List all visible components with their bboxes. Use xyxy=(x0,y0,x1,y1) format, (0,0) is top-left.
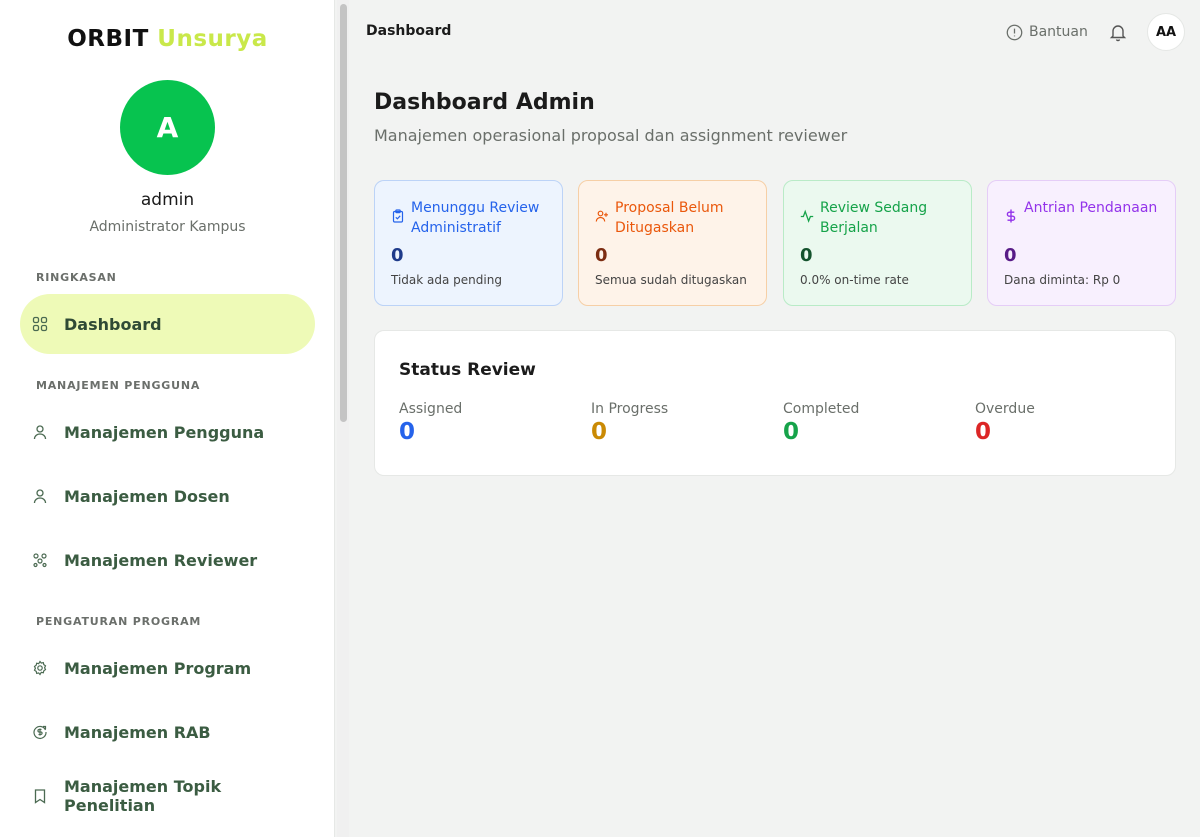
card-value: 0 xyxy=(1004,245,1017,266)
sidebar-item-manajemen-dosen[interactable]: Manajemen Dosen xyxy=(20,466,315,526)
stat-value: 0 xyxy=(399,419,416,445)
brand-name: ORBIT xyxy=(67,26,149,52)
sidebar-item-label: Manajemen RAB xyxy=(64,722,211,742)
card-title: Antrian Pendanaan xyxy=(1024,200,1158,216)
bell-icon[interactable] xyxy=(1108,22,1128,42)
sidebar-item-label: Manajemen Program xyxy=(64,658,252,678)
status-review-card: Status Review Assigned 0 In Progress 0 C… xyxy=(374,330,1176,476)
sidebar-item-label: Manajemen Topik Penelitian xyxy=(64,777,222,815)
stat-label: Completed xyxy=(783,401,860,417)
sidebar-item-manajemen-program[interactable]: Manajemen Program xyxy=(20,638,315,698)
breadcrumb: Dashboard xyxy=(366,23,452,39)
stat-overdue: Overdue 0 xyxy=(975,401,1165,445)
stat-label: Overdue xyxy=(975,401,1035,417)
section-label-pengaturan-program: PENGATURAN PROGRAM xyxy=(36,615,202,628)
status-review-title: Status Review xyxy=(399,360,536,380)
page-subtitle: Manajemen operasional proposal dan assig… xyxy=(374,126,848,145)
sidebar-item-manajemen-topik-penelitian[interactable]: Manajemen Topik Penelitian xyxy=(20,766,315,826)
sidebar-item-dashboard[interactable]: Dashboard xyxy=(20,294,315,354)
stat-card-review-administratif[interactable]: Menunggu Review Administratif 0 Tidak ad… xyxy=(374,180,563,306)
stat-in-progress: In Progress 0 xyxy=(591,401,781,445)
stat-card-belum-ditugaskan[interactable]: Proposal Belum Ditugaskan 0 Semua sudah … xyxy=(578,180,767,306)
sidebar-item-manajemen-reviewer[interactable]: Manajemen Reviewer xyxy=(20,530,315,590)
stat-card-review-berjalan[interactable]: Review Sedang Berjalan 0 0.0% on-time ra… xyxy=(783,180,972,306)
card-value: 0 xyxy=(800,245,813,266)
sidebar-item-label: Manajemen Reviewer xyxy=(64,550,258,570)
grid-icon xyxy=(32,316,48,332)
card-value: 0 xyxy=(391,245,404,266)
card-description: Dana diminta: Rp 0 xyxy=(1004,273,1121,287)
brand-suffix: Unsurya xyxy=(157,26,268,52)
bookmark-icon xyxy=(34,789,46,804)
users-network-icon xyxy=(33,553,47,568)
user-role: Administrator Kampus xyxy=(89,219,246,235)
activity-icon xyxy=(800,209,814,223)
stat-label: Assigned xyxy=(399,401,463,417)
card-description: Tidak ada pending xyxy=(391,273,502,287)
dollar-icon xyxy=(1006,209,1016,223)
gear-icon xyxy=(33,660,47,676)
section-label-ringkasan: RINGKASAN xyxy=(36,271,117,284)
sidebar-item-manajemen-pengguna[interactable]: Manajemen Pengguna xyxy=(20,402,315,462)
sidebar-item-label: Manajemen Pengguna xyxy=(64,422,265,442)
user-plus-icon xyxy=(595,210,608,222)
sidebar-scroll-thumb[interactable] xyxy=(340,4,347,422)
sidebar-item-manajemen-rab[interactable]: Manajemen RAB xyxy=(20,702,315,762)
card-description: 0.0% on-time rate xyxy=(800,273,909,287)
stat-assigned: Assigned 0 xyxy=(399,401,589,445)
sidebar-item-label: Manajemen Dosen xyxy=(64,486,230,506)
stat-value: 0 xyxy=(975,419,992,445)
user-menu-avatar[interactable]: AA xyxy=(1147,13,1185,51)
user-icon xyxy=(33,425,47,440)
help-button[interactable]: Bantuan xyxy=(1006,22,1088,42)
sidebar-item-label: Dashboard xyxy=(64,314,162,334)
sidebar: ORBIT Unsurya A admin Administrator Kamp… xyxy=(0,0,335,837)
stat-completed: Completed 0 xyxy=(783,401,973,445)
brand-logo[interactable]: ORBIT Unsurya xyxy=(0,26,334,52)
stat-value: 0 xyxy=(591,419,608,445)
clipboard-check-icon xyxy=(392,209,404,223)
stat-label: In Progress xyxy=(591,401,669,417)
user-avatar: A xyxy=(120,80,215,175)
user-name: admin xyxy=(140,190,195,210)
section-label-manajemen-pengguna: MANAJEMEN PENGGUNA xyxy=(36,379,201,392)
page-title: Dashboard Admin xyxy=(374,90,595,115)
card-description: Semua sudah ditugaskan xyxy=(595,273,747,287)
help-label: Bantuan xyxy=(1029,24,1088,40)
stat-card-antrian-pendanaan[interactable]: Antrian Pendanaan 0 Dana diminta: Rp 0 xyxy=(987,180,1176,306)
card-title: Menunggu Review Administratif xyxy=(411,200,540,236)
card-value: 0 xyxy=(595,245,608,266)
money-cycle-icon xyxy=(33,725,47,740)
user-icon xyxy=(33,489,47,504)
card-title: Proposal Belum Ditugaskan xyxy=(615,200,724,236)
stat-value: 0 xyxy=(783,419,800,445)
card-title: Review Sedang Berjalan xyxy=(820,200,928,236)
info-icon xyxy=(1006,24,1023,40)
